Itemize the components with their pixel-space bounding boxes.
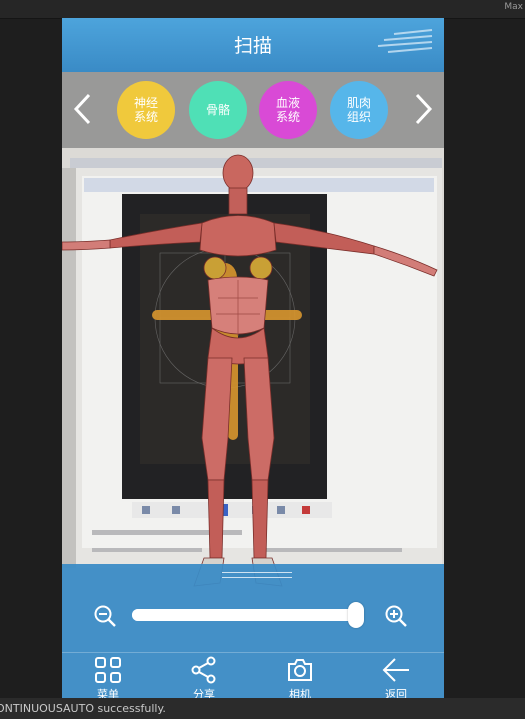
drag-handle-line — [222, 577, 292, 578]
zoom-out-icon[interactable] — [93, 604, 117, 628]
title-bar: 扫描 — [62, 18, 444, 72]
zoom-slider[interactable] — [132, 602, 364, 628]
title-decoration-icon — [377, 29, 433, 53]
maximize-on-play-label[interactable]: Max — [504, 2, 523, 12]
zoom-slider-handle[interactable] — [348, 602, 364, 628]
tab-label: 相机 — [289, 688, 311, 698]
grid-menu-icon — [95, 657, 121, 683]
tab-label: 分享 — [193, 688, 215, 698]
camera-icon — [288, 659, 312, 681]
zoom-in-icon[interactable] — [384, 604, 408, 628]
game-view: 扫描 神经系统 骨骼 血液系统 肌肉组织 菜单 分享 相机 返回 — [62, 18, 444, 698]
system-button-label: 血液系统 — [275, 96, 300, 124]
divider — [62, 652, 444, 653]
drag-handle[interactable] — [222, 572, 292, 573]
system-button-skeleton[interactable]: 骨骼 — [189, 81, 247, 139]
back-arrow-icon — [382, 658, 409, 682]
system-button-label: 神经系统 — [133, 96, 158, 124]
system-selector-bar: 神经系统 骨骼 血液系统 肌肉组织 — [62, 72, 444, 148]
tab-share[interactable]: 分享 — [174, 656, 234, 698]
previous-arrow-icon[interactable] — [71, 92, 95, 126]
editor-toolbar: Max — [0, 0, 525, 19]
bottom-control-panel: 菜单 分享 相机 返回 — [62, 564, 444, 698]
tab-label: 返回 — [385, 688, 407, 698]
system-button-label: 骨骼 — [205, 103, 230, 117]
tab-back[interactable]: 返回 — [366, 656, 426, 698]
tab-camera[interactable]: 相机 — [270, 656, 330, 698]
system-button-nervous[interactable]: 神经系统 — [117, 81, 175, 139]
console-status-bar[interactable]: ONTINUOUSAUTO successfully. — [0, 698, 525, 719]
system-button-label: 肌肉组织 — [346, 96, 371, 124]
system-button-muscle[interactable]: 肌肉组织 — [330, 81, 388, 139]
tab-label: 菜单 — [97, 688, 119, 698]
next-arrow-icon[interactable] — [411, 92, 435, 126]
status-message: ONTINUOUSAUTO successfully. — [0, 702, 166, 715]
system-button-blood[interactable]: 血液系统 — [259, 81, 317, 139]
tab-menu[interactable]: 菜单 — [78, 656, 138, 698]
share-icon — [191, 656, 216, 684]
zoom-slider-fill — [132, 609, 356, 621]
